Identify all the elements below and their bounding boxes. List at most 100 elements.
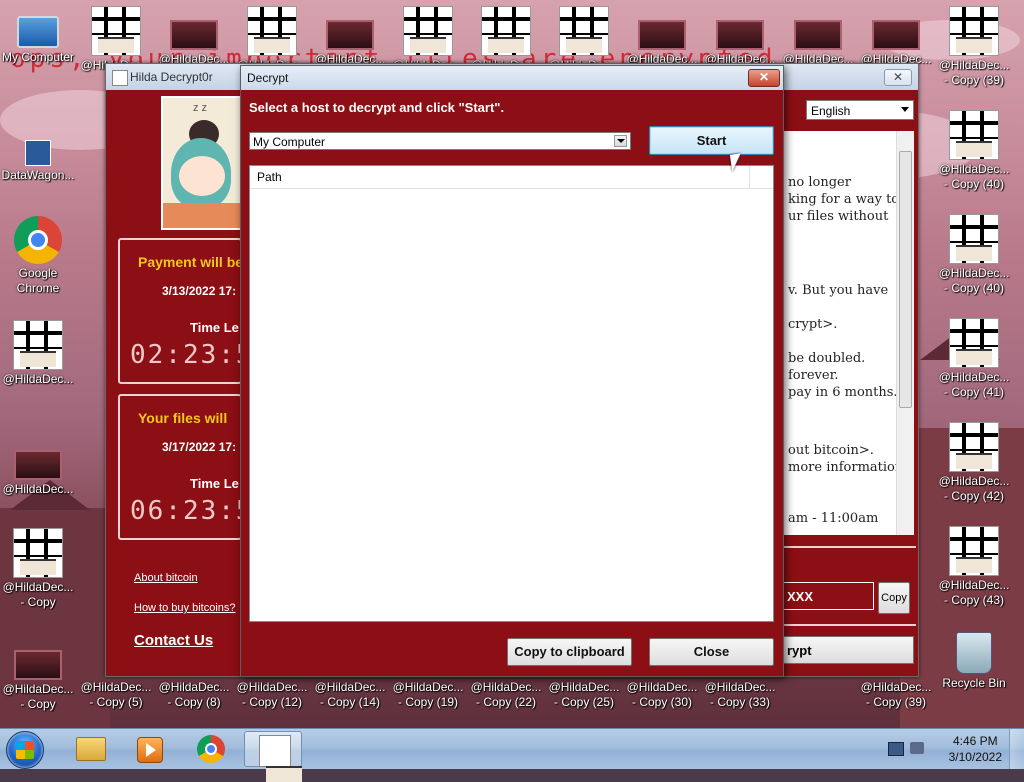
desktop-file-icon[interactable]: @HildaDec... - Copy [0,528,76,610]
desktop-icon-sublabel: - Copy (19) [397,695,459,709]
decrypt-button[interactable]: rypt [782,636,914,664]
files-deadline-panel: Your files will 3/17/2022 17: Time Le 06… [118,394,252,540]
encrypted-file-icon [716,20,764,50]
window-close-button[interactable]: ✕ [884,69,912,86]
message-line: king for a way to [788,192,900,207]
desktop-file-icon[interactable]: @HildaDec... [0,320,76,387]
close-button[interactable]: Close [649,638,774,666]
message-line: forever. [788,368,839,383]
desktop-icon-label: @HildaDec... [860,680,932,694]
desktop-file-icon[interactable]: @HildaDec... - Copy (42) [936,422,1012,504]
desktop-file-icon[interactable]: @HildaDec... - Copy (14) [312,680,388,710]
files-title: Your files will [138,410,228,426]
desktop-icon-label: @HildaDec... [938,474,1010,488]
recycle-bin-icon [956,632,992,674]
taskbar-explorer[interactable] [60,731,118,767]
contact-us-link[interactable]: Contact Us [134,632,213,649]
hilda-file-icon [949,318,999,368]
desktop-icon-label: @HildaDec... [938,578,1010,592]
desktop-file-icon[interactable]: @HildaDec... [858,6,934,67]
encrypted-file-icon [14,450,62,480]
show-desktop-button[interactable] [1009,729,1024,769]
desktop-file-icon[interactable]: @HildaDec... [0,436,76,497]
recycle-bin[interactable]: Recycle Bin [936,632,1012,691]
dialog-close-x-button[interactable]: ✕ [748,69,780,87]
desktop-file-icon[interactable]: @HildaDec... - Copy (8) [156,680,232,710]
desktop-file-icon[interactable]: @HildaDec... - Copy (25) [546,680,622,710]
desktop-file-icon[interactable]: @HildaDec... - Copy (41) [936,318,1012,400]
message-line: out bitcoin>. [788,443,874,458]
volume-icon[interactable] [910,742,924,754]
message-line: ur files without [788,209,889,224]
taskbar-media-player[interactable] [120,731,178,767]
desktop-file-icon[interactable]: @HildaDec... - Copy (22) [468,680,544,710]
payment-title: Payment will be [138,254,244,270]
chevron-down-icon [901,107,909,112]
message-scrollbar[interactable] [896,131,914,535]
desktop-file-icon[interactable]: @HildaDec... - Copy (40) [936,214,1012,296]
desktop-icon-label: @HildaDec... [2,482,74,496]
desktop-icon-sublabel: - Copy (39) [943,73,1005,87]
desktop-file-icon[interactable]: @HildaDec... [624,6,700,67]
chevron-down-icon[interactable] [614,135,627,147]
column-header-path[interactable]: Path [250,166,750,188]
taskbar-chrome[interactable] [182,731,240,767]
my-computer-icon[interactable]: My Computer [0,8,76,65]
desktop-icon-sublabel: - Copy [20,697,56,711]
scrollbar-thumb[interactable] [899,151,912,408]
desktop-file-icon[interactable]: @HildaDec... - Copy (40) [936,110,1012,192]
desktop-file-icon[interactable]: @HildaDec... - Copy (12) [234,680,310,710]
start-button[interactable] [6,731,44,769]
desktop-file-icon[interactable]: @HildaDec... [312,6,388,67]
desktop-icon-sublabel: - Copy (43) [943,593,1005,607]
clock-time: 4:46 PM [952,734,998,748]
desktop-icon-label: @HildaDec... [2,580,74,594]
desktop-file-icon[interactable]: @HildaDec... - Copy (5) [78,680,154,710]
datawagon-shortcut[interactable]: DataWagon... [0,140,76,183]
google-chrome-shortcut[interactable]: Google Chrome [0,216,76,296]
clock[interactable]: 4:46 PM 3/10/2022 [949,733,1002,765]
how-to-buy-bitcoins-link[interactable]: How to buy bitcoins? [134,602,236,614]
desktop-icon-label: @HildaDec... [938,370,1010,384]
decrypted-files-list[interactable]: Path [249,165,774,622]
bitcoin-address-field[interactable]: XXX [782,582,874,610]
message-line: more information, [788,460,908,475]
desktop-icon-label: @HildaDec... [938,162,1010,176]
desktop-icon-sublabel: - Copy (12) [241,695,303,709]
book [163,203,243,228]
chrome-icon [14,216,62,264]
clock-date: 3/10/2022 [948,750,1002,764]
copy-address-button[interactable]: Copy [878,582,910,614]
desktop-icon-sublabel: - Copy (33) [709,695,771,709]
copy-to-clipboard-button[interactable]: Copy to clipboard [507,638,632,666]
desktop-file-icon[interactable]: @HildaDec... - Copy (39) [858,680,934,710]
face [179,156,225,196]
dialog-titlebar[interactable]: Decrypt ✕ [241,66,783,90]
desktop-file-icon[interactable]: @HildaDec... - Copy (33) [702,680,778,710]
host-select[interactable]: My Computer [249,132,631,150]
desktop-file-icon[interactable]: @HildaDec... - Copy (39) [936,6,1012,88]
desktop-icon-sublabel: - Copy (41) [943,385,1005,399]
shortcut-icon [25,140,51,166]
dialog-instruction: Select a host to decrypt and click "Star… [249,100,505,115]
desktop-file-icon[interactable]: @HildaDec... - Copy (43) [936,526,1012,608]
desktop-file-icon[interactable]: @HildaDec... - Copy (30) [624,680,700,710]
hilda-file-icon [949,526,999,576]
desktop-file-icon[interactable]: @HildaDec... - Copy [0,650,76,712]
encrypted-file-icon [326,20,374,50]
about-bitcoin-link[interactable]: About bitcoin [134,572,198,584]
desktop-icon-sublabel: - Copy (8) [167,695,221,709]
desktop-file-icon[interactable]: @HildaDec... [780,6,856,67]
desktop-file-icon[interactable]: @HildaDec... - Copy (19) [390,680,466,710]
hilda-file-icon [949,214,999,264]
desktop-file-icon[interactable]: @HildaDec... [702,6,778,67]
encrypted-file-icon [872,20,920,50]
taskbar-hilda-decryptor[interactable] [244,731,302,782]
start-button[interactable]: Start [649,126,774,155]
network-icon[interactable] [888,742,904,756]
files-timer: 06:23:5 [130,496,254,526]
media-player-icon [137,737,163,763]
language-select[interactable]: English [806,100,914,120]
desktop-file-icon[interactable]: @HildaDec... [156,6,232,67]
desktop-icon-label: @HildaDec... [626,680,698,694]
